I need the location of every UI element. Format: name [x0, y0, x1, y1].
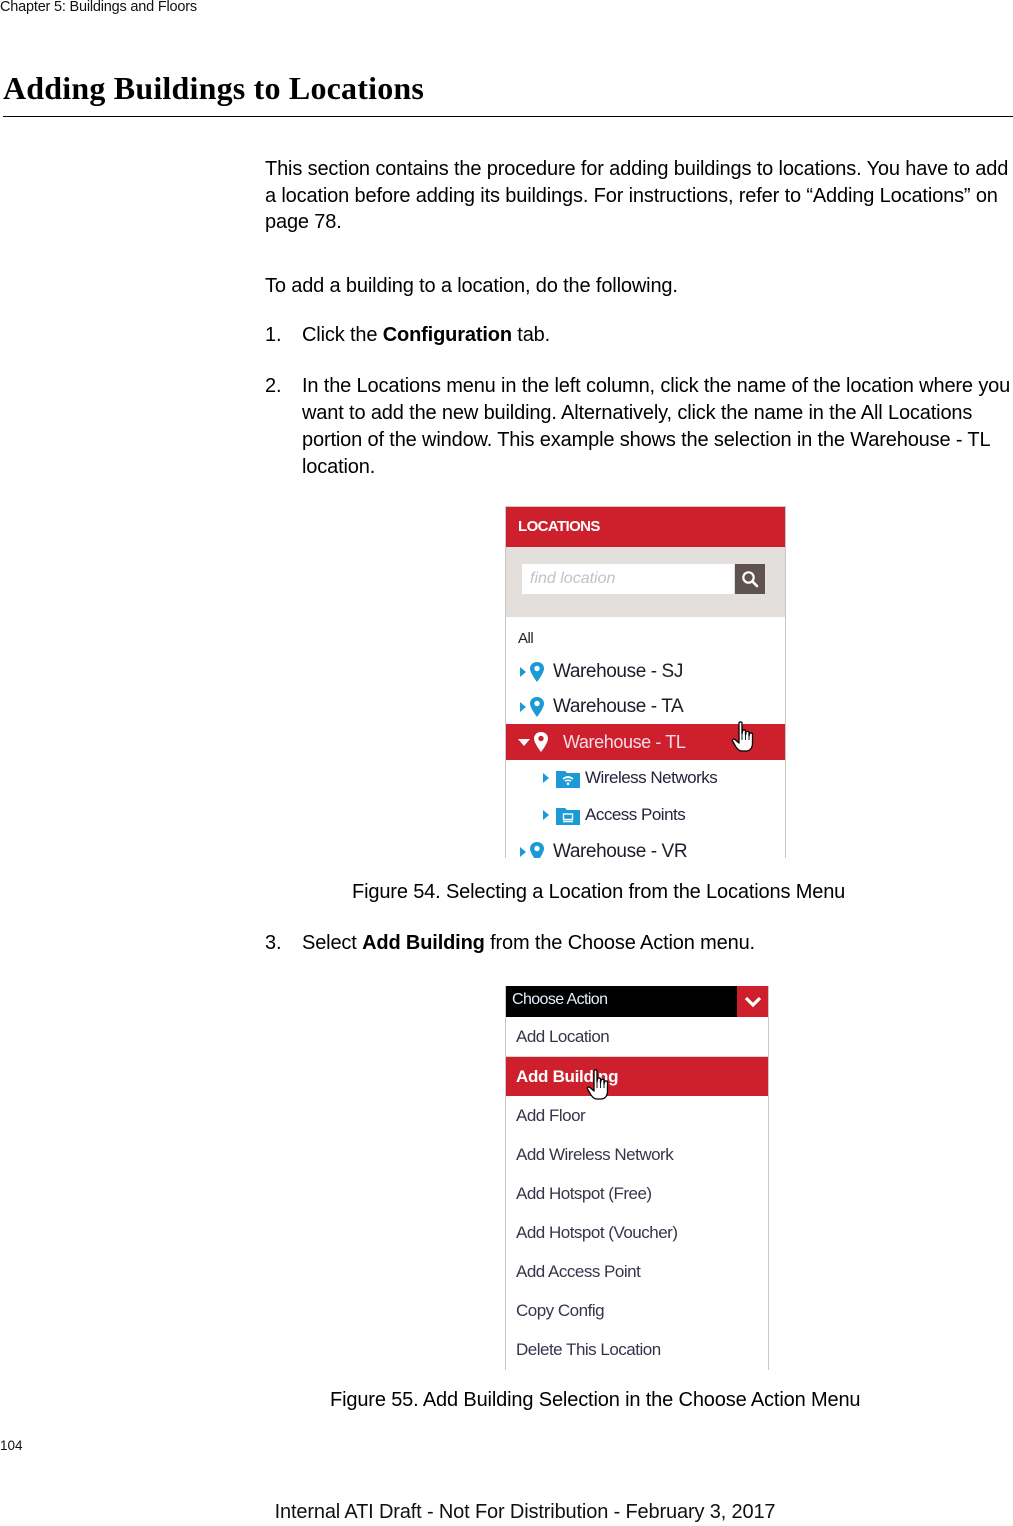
map-pin-icon: [534, 732, 548, 752]
location-label: Warehouse - VR: [553, 841, 688, 858]
action-item[interactable]: Add Floor: [506, 1096, 768, 1135]
locations-header: LOCATIONS: [506, 507, 785, 547]
step-text: Select: [302, 932, 363, 954]
intro-paragraph: This section contains the procedure for …: [265, 158, 1009, 233]
dropdown-toggle[interactable]: [737, 986, 768, 1017]
step-emphasis: Configuration: [382, 324, 512, 346]
draft-footer: Internal ATI Draft - Not For Distributio…: [274, 1501, 776, 1523]
map-pin-icon: [530, 662, 544, 682]
expand-caret-icon[interactable]: [520, 667, 526, 677]
wifi-folder-icon: [556, 770, 580, 788]
search-button[interactable]: [735, 564, 765, 594]
step-text: tab.: [511, 324, 551, 346]
access-point-folder-icon: [556, 807, 580, 825]
tree-item-all[interactable]: All: [518, 630, 534, 647]
search-area: [506, 547, 785, 617]
chapter-header: Chapter 5: Buildings and Floors: [0, 0, 197, 15]
location-item[interactable]: Warehouse - TA: [506, 689, 785, 725]
expand-caret-icon[interactable]: [520, 847, 526, 857]
lead-in-text: To add a building to a location, do the …: [265, 275, 678, 297]
map-pin-icon: [530, 697, 544, 717]
expand-caret-icon[interactable]: [520, 702, 526, 712]
step-1: 1. Click the Configuration tab.: [265, 322, 1013, 349]
action-item[interactable]: Add Location: [506, 1017, 768, 1056]
expand-caret-icon[interactable]: [543, 773, 549, 783]
action-item[interactable]: Add Access Point: [506, 1252, 768, 1291]
sub-item-label: Wireless Networks: [585, 768, 718, 787]
location-label: Warehouse - TL: [563, 731, 686, 752]
step-number: 2.: [265, 375, 282, 397]
step-number: 3.: [265, 932, 282, 954]
step-text: from the Choose Action menu.: [484, 932, 755, 954]
sub-item-access-points[interactable]: Access Points: [506, 797, 785, 833]
figure-54-caption: Figure 54. Selecting a Location from the…: [352, 881, 846, 903]
sub-item-label: Access Points: [585, 805, 686, 824]
search-icon: [742, 571, 759, 588]
choose-action-menu: Choose Action Add Location Add Building …: [505, 986, 769, 1370]
chevron-down-icon: [744, 996, 761, 1007]
step-2: 2. In the Locations menu in the left col…: [265, 373, 1013, 481]
location-label: Warehouse - TA: [553, 696, 684, 717]
action-item[interactable]: Add Hotspot (Voucher): [506, 1213, 768, 1252]
title-rule: [3, 116, 1013, 117]
expand-caret-icon[interactable]: [543, 810, 549, 820]
action-item[interactable]: Add Hotspot (Free): [506, 1174, 768, 1213]
section-title: Adding Buildings to Locations: [3, 70, 425, 106]
map-pin-icon: [530, 842, 544, 858]
sub-item-wireless-networks[interactable]: Wireless Networks: [506, 760, 785, 796]
location-item[interactable]: Warehouse - VR: [506, 834, 785, 858]
step-text: Click the: [302, 324, 383, 346]
choose-action-dropdown[interactable]: Choose Action: [506, 986, 768, 1017]
action-item-selected[interactable]: Add Building: [506, 1057, 768, 1096]
location-item-selected[interactable]: Warehouse - TL: [506, 724, 785, 760]
locations-panel: LOCATIONS All Warehouse - SJ Warehouse -…: [505, 506, 786, 858]
step-emphasis: Add Building: [362, 932, 485, 954]
action-item[interactable]: Delete This Location: [506, 1330, 768, 1369]
location-item[interactable]: Warehouse - SJ: [506, 654, 785, 690]
page-number: 104: [0, 1438, 23, 1453]
location-label: Warehouse - SJ: [553, 661, 683, 682]
action-item[interactable]: Copy Config: [506, 1291, 768, 1330]
step-3: 3. Select Add Building from the Choose A…: [265, 930, 1013, 957]
find-location-input[interactable]: [522, 564, 734, 594]
collapse-caret-icon[interactable]: [518, 738, 530, 746]
step-text: In the Locations menu in the left column…: [302, 375, 1011, 478]
figure-55-caption: Figure 55. Add Building Selection in the…: [330, 1389, 861, 1411]
action-item[interactable]: Add Wireless Network: [506, 1135, 768, 1174]
step-number: 1.: [265, 324, 282, 346]
choose-action-label: Choose Action: [512, 991, 608, 1008]
